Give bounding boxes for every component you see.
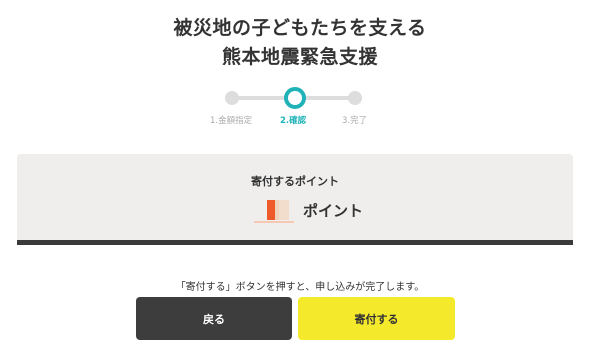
points-bar-icon	[250, 198, 294, 224]
step-1-dot	[225, 91, 239, 105]
donation-confirm-page: 被災地の子どもたちを支える 熊本地震緊急支援 1.金額指定 2.確認 3.完了 …	[0, 0, 600, 361]
page-title-line2: 熊本地震緊急支援	[221, 46, 378, 68]
step-1-label: 1.金額指定	[210, 116, 253, 126]
donation-points-value: ポイント	[303, 202, 364, 220]
back-button[interactable]: 戻る	[136, 297, 292, 340]
progress-stepper: 1.金額指定 2.確認 3.完了	[210, 87, 380, 128]
donate-button[interactable]: 寄付する	[298, 297, 455, 340]
page-title-line1: 被災地の子どもたちを支える	[173, 17, 427, 39]
donation-summary-panel: 寄付するポイント ポイント	[17, 154, 573, 245]
step-3-dot	[348, 91, 362, 105]
step-2-label: 2.確認	[280, 116, 307, 126]
submit-notice: 「寄付する」ボタンを押すと、申し込みが完了します。	[175, 282, 425, 293]
step-2-dot-active	[284, 87, 306, 109]
donation-points-label: 寄付するポイント	[251, 175, 339, 188]
step-3-label: 3.完了	[342, 116, 368, 126]
